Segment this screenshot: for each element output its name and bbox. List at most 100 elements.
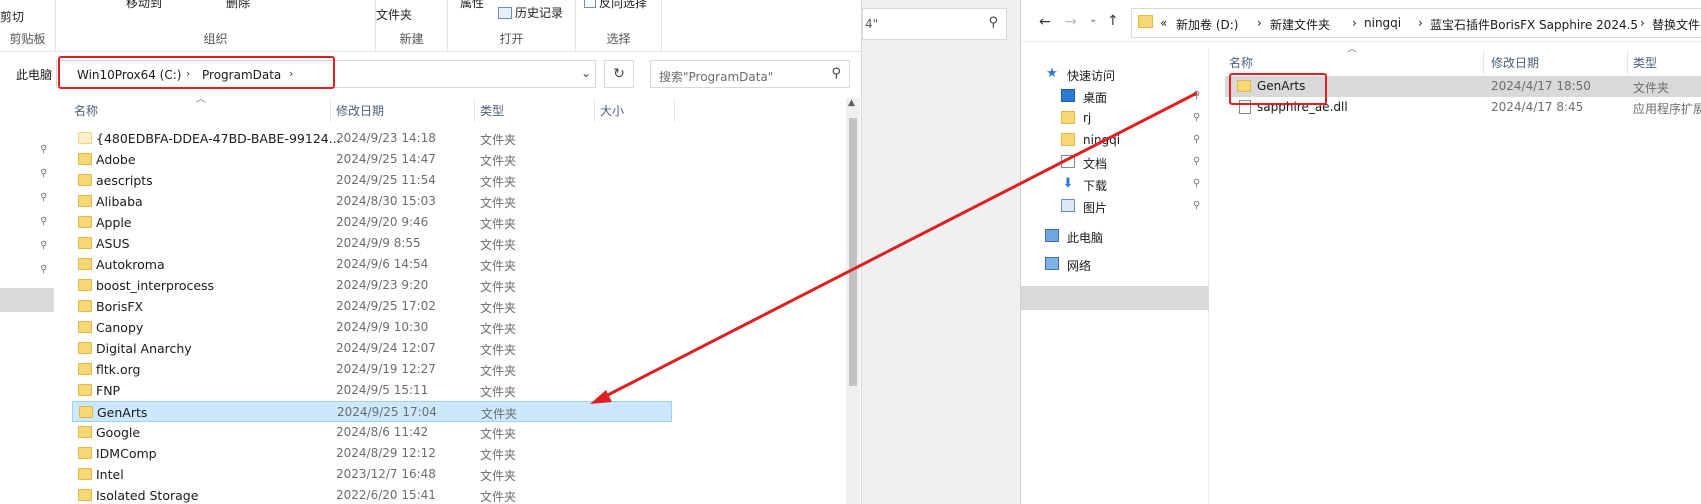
pin-icon[interactable]: ⚲ bbox=[40, 168, 50, 179]
column-header-type[interactable]: 类型 bbox=[1633, 54, 1657, 76]
ribbon-group-clipboard: 剪切 剪贴板 bbox=[0, 0, 56, 52]
table-row[interactable]: fltk.org 2024/9/19 12:27 文件夹 bbox=[72, 359, 672, 380]
breadcrumb-this-pc[interactable]: 此电脑 bbox=[16, 66, 52, 83]
table-row[interactable]: Google 2024/8/6 11:42 文件夹 bbox=[72, 422, 672, 443]
pin-icon[interactable]: ⚲ bbox=[1193, 112, 1200, 123]
column-header-date[interactable]: 修改日期 bbox=[1491, 54, 1539, 76]
sidebar-item-label: rj bbox=[1083, 111, 1092, 125]
pin-icon[interactable]: ⚲ bbox=[40, 240, 50, 251]
file-date: 2024/9/25 17:04 bbox=[337, 405, 437, 419]
table-row[interactable]: {480EDBFA-DDEA-47BD-BABE-99124... 2024/9/… bbox=[72, 128, 672, 149]
sidebar-item-label: 桌面 bbox=[1083, 91, 1108, 105]
pin-icon[interactable]: ⚲ bbox=[40, 192, 50, 203]
ribbon-caption-new: 新建 bbox=[399, 32, 424, 46]
pin-icon[interactable]: ⚲ bbox=[40, 144, 50, 155]
file-date: 2022/6/20 15:41 bbox=[336, 488, 436, 502]
column-header-name[interactable]: 名称 bbox=[74, 102, 98, 126]
ribbon-caption-select: 选择 bbox=[606, 32, 631, 46]
column-divider bbox=[674, 98, 675, 122]
refresh-icon[interactable]: ↻ bbox=[604, 60, 634, 88]
file-name: Digital Anarchy bbox=[96, 341, 192, 356]
folder-icon bbox=[79, 406, 93, 418]
search-icon: ⚲ bbox=[988, 15, 998, 30]
address-bar-right[interactable]: « 新加卷 (D:) › 新建文件夹 › ningqi › 蓝宝石插件Boris… bbox=[1131, 8, 1701, 38]
scrollbar-thumb[interactable] bbox=[849, 118, 857, 386]
column-divider bbox=[1483, 50, 1484, 74]
table-row[interactable]: boost_interprocess 2024/9/23 9:20 文件夹 bbox=[72, 275, 672, 296]
background-search-box: 4" ⚲ bbox=[862, 8, 1007, 40]
table-row[interactable]: Autokroma 2024/9/6 14:54 文件夹 bbox=[72, 254, 672, 275]
pin-icon[interactable]: ⚲ bbox=[1193, 156, 1200, 167]
chevron-down-icon[interactable]: ⌄ bbox=[581, 66, 591, 80]
pin-icon[interactable]: ⚲ bbox=[1193, 200, 1200, 211]
pin-icon[interactable]: ⚲ bbox=[1193, 134, 1200, 145]
pin-icon[interactable]: ⚲ bbox=[40, 264, 50, 275]
explorer-window-left: 剪切 剪贴板 移动到 删除 组织 文件夹 新建 属性 历史记录 打开 反向选择 … bbox=[0, 0, 862, 504]
scroll-up-icon[interactable]: ▲ bbox=[848, 98, 855, 108]
forward-arrow-icon[interactable]: → bbox=[1065, 14, 1077, 30]
breadcrumb-overflow[interactable]: « bbox=[1160, 16, 1167, 30]
pin-icon[interactable]: ⚲ bbox=[1193, 90, 1200, 101]
table-row[interactable]: IDMComp 2024/8/29 12:12 文件夹 bbox=[72, 443, 672, 464]
column-header-size[interactable]: 大小 bbox=[600, 102, 624, 126]
table-row[interactable]: Canopy 2024/9/9 10:30 文件夹 bbox=[72, 317, 672, 338]
sidebar-item-label: 下载 bbox=[1083, 179, 1108, 193]
back-arrow-icon[interactable]: ← bbox=[1039, 14, 1051, 30]
cut-button[interactable]: 剪切 bbox=[0, 8, 24, 25]
navigation-pane-right: ★ 快速访问 桌面 ⚲ rj ⚲ ningqi ⚲ 文档 ⚲ ⬇ 下载 ⚲ 图片 ⚲ 此电脑 网络 bbox=[1021, 48, 1209, 504]
new-folder-button[interactable]: 文件夹 bbox=[376, 6, 412, 23]
table-row[interactable]: Intel 2023/12/7 16:48 文件夹 bbox=[72, 464, 672, 485]
sort-up-icon: ︿ bbox=[1347, 44, 1357, 55]
invert-selection-button[interactable]: 反向选择 bbox=[584, 0, 647, 11]
breadcrumb-sapphire[interactable]: 蓝宝石插件BorisFX Sapphire 2024.5 bbox=[1430, 16, 1638, 33]
up-arrow-icon[interactable]: ↑ bbox=[1107, 13, 1119, 29]
table-row[interactable]: Adobe 2024/9/25 14:47 文件夹 bbox=[72, 149, 672, 170]
file-type: 文件夹 bbox=[480, 301, 517, 315]
column-header-type[interactable]: 类型 bbox=[480, 102, 504, 126]
folder-icon bbox=[1061, 111, 1075, 124]
column-header-date[interactable]: 修改日期 bbox=[336, 102, 384, 126]
breadcrumb-replace-files[interactable]: 替换文件 bbox=[1652, 16, 1700, 33]
table-row[interactable]: Alibaba 2024/8/30 15:03 文件夹 bbox=[72, 191, 672, 212]
breadcrumb-drive-d[interactable]: 新加卷 (D:) bbox=[1176, 16, 1238, 33]
pin-icon[interactable]: ⚲ bbox=[1193, 178, 1200, 189]
computer-icon bbox=[1045, 229, 1059, 242]
nav-selected-item[interactable] bbox=[0, 288, 54, 312]
search-icon[interactable]: ⚲ bbox=[831, 66, 841, 81]
table-row[interactable]: FNP 2024/9/5 15:11 文件夹 bbox=[72, 380, 672, 401]
folder-icon bbox=[78, 216, 92, 228]
table-row[interactable]: BorisFX 2024/9/25 17:02 文件夹 bbox=[72, 296, 672, 317]
properties-button[interactable]: 属性 bbox=[460, 0, 484, 11]
delete-button[interactable]: 删除 bbox=[226, 0, 250, 11]
folder-icon bbox=[78, 447, 92, 459]
history-button[interactable]: 历史记录 bbox=[498, 4, 563, 21]
breadcrumb-ningqi[interactable]: ningqi bbox=[1364, 16, 1401, 30]
sort-up-icon: ︿ bbox=[196, 94, 206, 105]
file-date: 2023/12/7 16:48 bbox=[336, 467, 436, 481]
recent-dropdown-icon[interactable]: ⌄ bbox=[1089, 14, 1097, 25]
pin-icon[interactable]: ⚲ bbox=[40, 216, 50, 227]
network-icon bbox=[1045, 257, 1059, 270]
breadcrumb-new-folder[interactable]: 新建文件夹 bbox=[1270, 16, 1330, 33]
vertical-scrollbar[interactable]: ▲ bbox=[846, 98, 860, 504]
search-input[interactable]: 搜索"ProgramData" ⚲ bbox=[650, 60, 850, 88]
file-type: 应用程序扩展 bbox=[1633, 102, 1701, 116]
table-row[interactable]: Digital Anarchy 2024/9/24 12:07 文件夹 bbox=[72, 338, 672, 359]
breadcrumb-chevron-icon: › bbox=[1640, 16, 1645, 30]
table-row[interactable]: Isolated Storage 2022/6/20 15:41 文件夹 bbox=[72, 485, 672, 504]
sidebar-item-label: 文档 bbox=[1083, 157, 1108, 171]
move-to-button[interactable]: 移动到 bbox=[126, 0, 162, 11]
table-row[interactable]: aescripts 2024/9/25 11:54 文件夹 bbox=[72, 170, 672, 191]
folder-icon bbox=[78, 174, 92, 186]
desktop-screenshot: 剪切 剪贴板 移动到 删除 组织 文件夹 新建 属性 历史记录 打开 反向选择 … bbox=[0, 0, 1701, 504]
column-divider bbox=[1627, 50, 1628, 74]
table-row[interactable]: GenArts 2024/9/25 17:04 文件夹 bbox=[72, 401, 672, 422]
table-row[interactable]: Apple 2024/9/20 9:46 文件夹 bbox=[72, 212, 672, 233]
file-name: boost_interprocess bbox=[96, 278, 215, 293]
breadcrumb-chevron-icon: › bbox=[1352, 16, 1357, 30]
file-name: aescripts bbox=[96, 173, 153, 188]
file-date: 2024/9/25 17:02 bbox=[336, 299, 436, 313]
table-row[interactable]: ASUS 2024/9/9 8:55 文件夹 bbox=[72, 233, 672, 254]
folder-icon bbox=[78, 363, 92, 375]
navigation-pane-left: ⚲ ⚲ ⚲ ⚲ ⚲ ⚲ bbox=[0, 124, 54, 504]
